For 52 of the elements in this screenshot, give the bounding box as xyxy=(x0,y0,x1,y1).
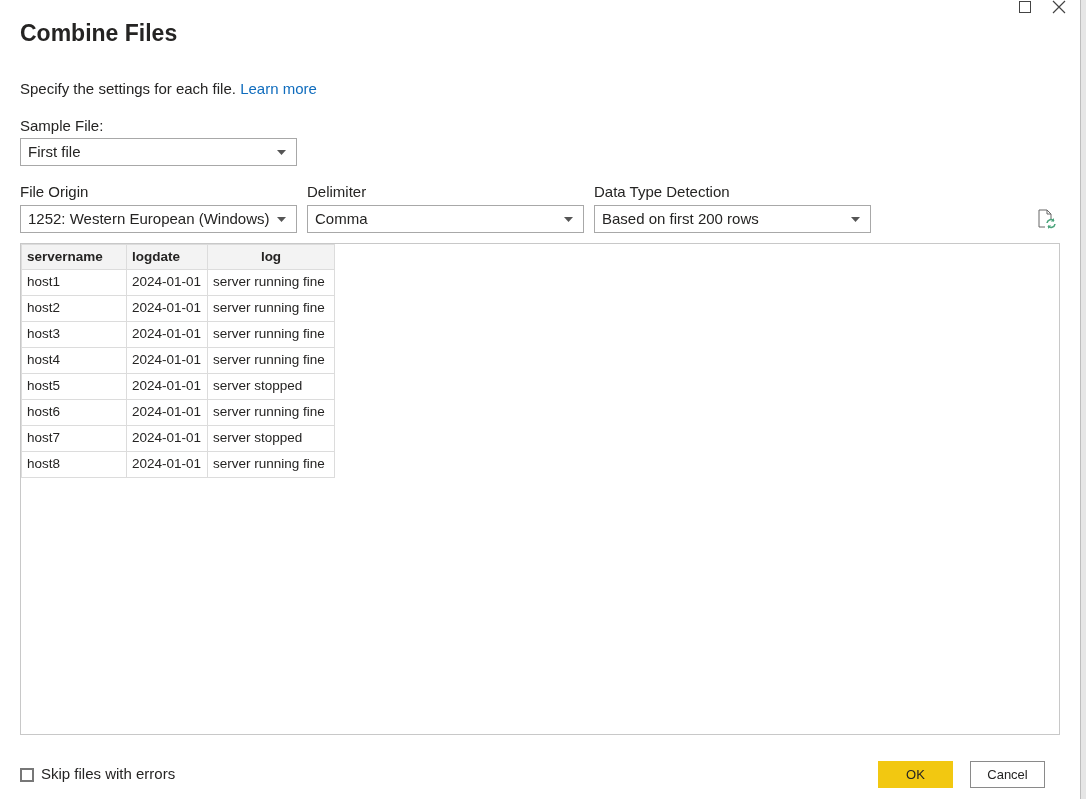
file-refresh-icon xyxy=(1038,209,1056,229)
intro-text: Specify the settings for each file. Learn more xyxy=(20,79,318,99)
table-cell: server stopped xyxy=(207,425,335,452)
table-cell: 2024-01-01 xyxy=(126,269,208,296)
sample-file-label: Sample File: xyxy=(20,116,105,136)
table-cell: server stopped xyxy=(207,373,335,400)
table-cell: server running fine xyxy=(207,295,335,322)
table-cell: host7 xyxy=(21,425,127,452)
column-header: servername xyxy=(21,244,127,270)
table-cell: 2024-01-01 xyxy=(126,347,208,374)
close-button[interactable] xyxy=(1052,0,1066,14)
caret-icon xyxy=(277,216,286,222)
column-header: log xyxy=(207,244,335,270)
table-cell: 2024-01-01 xyxy=(126,451,208,478)
checkbox[interactable] xyxy=(20,767,34,782)
dialog-title: Combine Files xyxy=(20,19,179,48)
table-cell: 2024-01-01 xyxy=(126,425,208,452)
table-cell: host1 xyxy=(21,269,127,296)
table-cell: host4 xyxy=(21,347,127,374)
dropdown-label: Data Type Detection xyxy=(594,182,731,202)
caret-icon xyxy=(564,216,573,222)
learn-more-link[interactable]: Learn more xyxy=(240,80,317,97)
caret-icon xyxy=(277,149,286,155)
table-cell: 2024-01-01 xyxy=(126,321,208,348)
dropdown[interactable]: Based on first 200 rows xyxy=(594,205,871,233)
table-cell: 2024-01-01 xyxy=(126,373,208,400)
dropdown[interactable]: First file xyxy=(20,138,297,166)
dropdown-label: Delimiter xyxy=(307,182,368,202)
maximize-icon xyxy=(1019,1,1031,13)
table-cell: server running fine xyxy=(207,269,335,296)
table-cell: host6 xyxy=(21,399,127,426)
table-cell: host3 xyxy=(21,321,127,348)
column-header: logdate xyxy=(126,244,208,270)
table-cell: host2 xyxy=(21,295,127,322)
cancel-button[interactable]: Cancel xyxy=(970,761,1045,788)
table-cell: server running fine xyxy=(207,399,335,426)
ok-button[interactable]: OK xyxy=(878,761,953,788)
table-cell: host5 xyxy=(21,373,127,400)
close-icon xyxy=(1052,0,1066,14)
dropdown[interactable]: 1252: Western European (Windows) xyxy=(20,205,297,233)
table-cell: server running fine xyxy=(207,347,335,374)
caret-icon xyxy=(851,216,860,222)
checkbox-label: Skip files with errors xyxy=(41,764,176,785)
table-cell: 2024-01-01 xyxy=(126,399,208,426)
dropdown-label: File Origin xyxy=(20,182,90,202)
maximize-button[interactable] xyxy=(1018,0,1032,14)
dropdown[interactable]: Comma xyxy=(307,205,584,233)
table-cell: server running fine xyxy=(207,321,335,348)
table-cell: 2024-01-01 xyxy=(126,295,208,322)
table-cell: host8 xyxy=(21,451,127,478)
refresh-button[interactable] xyxy=(1036,207,1058,231)
table-cell: server running fine xyxy=(207,451,335,478)
